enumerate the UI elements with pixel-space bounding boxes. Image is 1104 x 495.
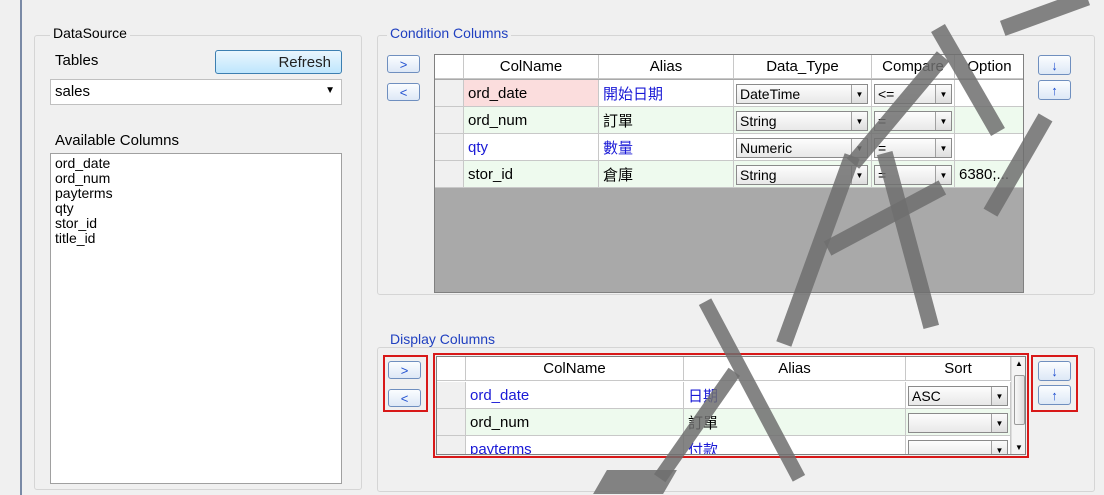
condition-legend: Condition Columns	[387, 25, 512, 41]
chevron-down-icon: ▼	[325, 85, 335, 96]
display-move-down-button[interactable]: ↓	[1038, 361, 1071, 381]
chevron-down-icon: ▼	[991, 441, 1007, 454]
compare-value: <=	[878, 86, 895, 102]
colname-cell[interactable]: ord_date	[466, 382, 684, 409]
col-header-colname[interactable]: ColName	[464, 55, 599, 79]
display-legend: Display Columns	[387, 331, 499, 347]
remove-display-button[interactable]: <	[388, 389, 421, 407]
sort-cell[interactable]: ASC ▼	[906, 382, 1011, 409]
chevron-down-icon: ▼	[935, 112, 951, 130]
data-type-value: DateTime	[740, 86, 801, 102]
sort-cell[interactable]: ▼	[906, 409, 1011, 436]
data-type-value: Numeric	[740, 140, 793, 156]
chevron-down-icon: ▼	[935, 139, 951, 157]
data-type-value: String	[740, 167, 777, 183]
col-header-colname[interactable]: ColName	[466, 357, 684, 381]
table-select-value: sales	[55, 83, 91, 100]
col-header-alias[interactable]: Alias	[599, 55, 734, 79]
sort-value: ASC	[912, 388, 941, 404]
data-type-cell[interactable]: DateTime ▼	[734, 80, 872, 107]
row-header[interactable]	[435, 134, 464, 161]
row-header[interactable]	[435, 80, 464, 107]
datasource-legend: DataSource	[50, 25, 130, 41]
add-display-button[interactable]: >	[388, 361, 421, 379]
col-header-data-type[interactable]: Data_Type	[734, 55, 872, 79]
scroll-down-icon[interactable]: ▼	[1015, 443, 1023, 452]
alias-cell[interactable]: 開始日期	[599, 80, 734, 107]
colname-cell[interactable]: payterms	[466, 436, 684, 454]
display-move-up-button[interactable]: ↑	[1038, 385, 1071, 405]
alias-cell[interactable]: 數量	[599, 134, 734, 161]
alias-cell[interactable]: 訂單	[599, 107, 734, 134]
chevron-down-icon: ▼	[991, 414, 1007, 432]
data-type-dropdown[interactable]: DateTime ▼	[736, 84, 868, 104]
list-item[interactable]: ord_date	[55, 156, 337, 171]
sort-dropdown[interactable]: ▼	[908, 440, 1008, 454]
sort-dropdown[interactable]: ▼	[908, 413, 1008, 433]
remove-condition-button[interactable]: <	[387, 83, 420, 101]
colname-cell[interactable]: ord_date	[464, 80, 599, 107]
row-header[interactable]	[435, 107, 464, 134]
list-item[interactable]: qty	[55, 201, 337, 216]
table-select[interactable]: sales ▼	[50, 79, 342, 105]
tables-label: Tables	[55, 52, 99, 69]
row-header-corner	[437, 357, 466, 381]
window-edge	[20, 0, 22, 495]
colname-cell[interactable]: ord_num	[464, 107, 599, 134]
list-item[interactable]: payterms	[55, 186, 337, 201]
available-columns-list[interactable]: ord_date ord_num payterms qty stor_id ti…	[50, 153, 342, 484]
data-type-cell[interactable]: String ▼	[734, 107, 872, 134]
list-item[interactable]: title_id	[55, 231, 337, 246]
col-header-alias[interactable]: Alias	[684, 357, 906, 381]
data-type-dropdown[interactable]: String ▼	[736, 111, 868, 131]
refresh-button[interactable]: Refresh	[215, 50, 342, 74]
scrollbar-thumb[interactable]	[1014, 375, 1025, 425]
chevron-down-icon: ▼	[851, 85, 867, 103]
condition-grid[interactable]: ColName Alias Data_Type Compare Option o…	[434, 54, 1024, 293]
move-down-button[interactable]: ↓	[1038, 55, 1071, 75]
move-up-button[interactable]: ↑	[1038, 80, 1071, 100]
row-header[interactable]	[435, 161, 464, 188]
sort-cell[interactable]: ▼	[906, 436, 1011, 454]
colname-cell[interactable]: stor_id	[464, 161, 599, 188]
sort-dropdown[interactable]: ASC ▼	[908, 386, 1008, 406]
scroll-up-icon[interactable]: ▲	[1015, 359, 1023, 368]
row-header[interactable]	[437, 436, 466, 454]
row-header-corner	[435, 55, 464, 79]
colname-cell[interactable]: qty	[464, 134, 599, 161]
add-condition-button[interactable]: >	[387, 55, 420, 73]
alias-cell[interactable]: 倉庫	[599, 161, 734, 188]
row-header[interactable]	[437, 409, 466, 436]
chevron-down-icon: ▼	[851, 112, 867, 130]
available-columns-label: Available Columns	[55, 132, 179, 149]
data-type-value: String	[740, 113, 777, 129]
list-item[interactable]: stor_id	[55, 216, 337, 231]
vertical-scrollbar[interactable]: ▲ ▼	[1011, 357, 1025, 454]
col-header-sort[interactable]: Sort	[906, 357, 1011, 381]
chevron-down-icon: ▼	[935, 85, 951, 103]
alias-cell[interactable]: 付款	[684, 436, 906, 454]
colname-cell[interactable]: ord_num	[466, 409, 684, 436]
row-header[interactable]	[437, 382, 466, 409]
chevron-down-icon: ▼	[991, 387, 1007, 405]
list-item[interactable]: ord_num	[55, 171, 337, 186]
alias-cell[interactable]: 訂單	[684, 409, 906, 436]
